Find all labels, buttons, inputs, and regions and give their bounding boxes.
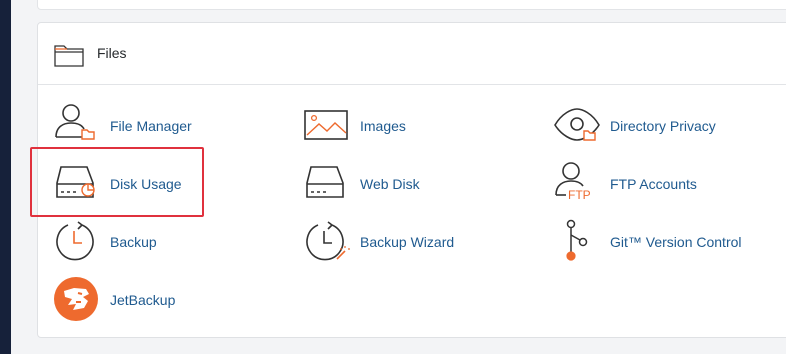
ftp-accounts-label: FTP Accounts xyxy=(610,176,697,192)
directory-privacy-label: Directory Privacy xyxy=(610,118,716,134)
ftp-icon-text: FTP xyxy=(568,188,591,202)
web-disk-link[interactable]: Web Disk xyxy=(304,161,454,207)
left-sidebar-edge xyxy=(0,0,11,354)
file-manager-link[interactable]: File Manager xyxy=(54,103,214,149)
file-manager-icon xyxy=(55,104,95,140)
backup-wizard-icon xyxy=(306,221,350,261)
directory-privacy-link[interactable]: Directory Privacy xyxy=(554,103,734,149)
jetbackup-label: JetBackup xyxy=(110,292,176,308)
images-label: Images xyxy=(360,118,406,134)
backup-icon xyxy=(56,221,94,261)
previous-section-panel xyxy=(37,0,786,10)
backup-wizard-link[interactable]: Backup Wizard xyxy=(304,219,474,265)
backup-wizard-label: Backup Wizard xyxy=(360,234,455,250)
backup-label: Backup xyxy=(110,234,157,250)
jetbackup-icon xyxy=(54,277,98,321)
folder-icon xyxy=(54,45,84,67)
directory-privacy-icon xyxy=(554,108,600,141)
files-section-header[interactable]: Files xyxy=(38,23,786,85)
file-manager-label: File Manager xyxy=(110,118,192,134)
git-version-control-label: Git™ Version Control xyxy=(610,234,742,250)
ftp-accounts-link[interactable]: FTP FTP Accounts xyxy=(554,161,724,207)
disk-usage-highlight-box xyxy=(30,147,204,217)
images-icon xyxy=(304,110,348,140)
web-disk-label: Web Disk xyxy=(360,176,420,192)
backup-link[interactable]: Backup xyxy=(54,219,204,265)
ftp-accounts-icon: FTP xyxy=(555,162,591,202)
files-section-title: Files xyxy=(97,45,127,61)
git-icon xyxy=(566,219,588,261)
web-disk-icon xyxy=(306,166,344,198)
jetbackup-link[interactable]: JetBackup xyxy=(54,277,204,323)
images-link[interactable]: Images xyxy=(304,103,454,149)
git-version-control-link[interactable]: Git™ Version Control xyxy=(554,219,754,265)
